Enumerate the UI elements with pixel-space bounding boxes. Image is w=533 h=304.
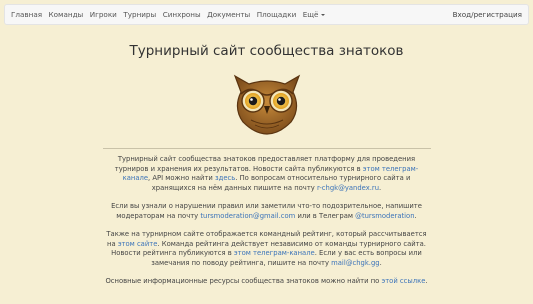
resources-paragraph: Основные информационные ресурсы сообщест… <box>103 277 431 287</box>
nav-documents[interactable]: Документы <box>207 10 250 19</box>
owl-logo-icon <box>233 74 300 135</box>
resources-text-2: . <box>425 277 428 286</box>
resources-text-1: Основные информационные ресурсы сообщест… <box>105 277 382 286</box>
top-navbar: Главная Команды Игроки Турниры Синхроны … <box>4 4 529 25</box>
nav-players[interactable]: Игроки <box>90 10 117 19</box>
resources-link[interactable]: этой ссылке <box>381 277 425 285</box>
content-divider <box>102 148 431 150</box>
caret-down-icon <box>321 13 326 16</box>
nav-tournaments[interactable]: Турниры <box>123 10 156 19</box>
page-title: Турнирный сайт сообщества знатоков <box>129 43 404 59</box>
nav-teams[interactable]: Команды <box>49 10 84 19</box>
rating-email-link[interactable]: mail@chgk.gg <box>331 259 379 267</box>
moderation-email-link[interactable]: tursmoderation@gmail.com <box>200 212 295 220</box>
moderation-paragraph: Если вы узнали о нарушении правил или за… <box>103 202 431 221</box>
moderation-telegram-link[interactable]: @tursmoderation <box>355 212 414 220</box>
intro-paragraph: Турнирный сайт сообщества знатоков предо… <box>103 155 431 193</box>
moderation-text-3: . <box>414 211 417 220</box>
nav-home[interactable]: Главная <box>11 10 42 19</box>
intro-text-4: . <box>379 183 382 192</box>
nav-venues[interactable]: Площадки <box>257 10 297 19</box>
nav-more-label: Ещё <box>302 10 319 19</box>
api-link[interactable]: здесь <box>215 174 235 182</box>
intro-text-2: , API можно найти <box>148 174 215 183</box>
rating-site-link[interactable]: этом сайте <box>118 240 158 248</box>
main-content: Турнирный сайт сообщества знатоков предо… <box>103 155 431 287</box>
login-register-link[interactable]: Вход/регистрация <box>453 10 522 19</box>
nav-synchrons[interactable]: Синхроны <box>163 10 201 19</box>
nav-more-dropdown[interactable]: Ещё <box>303 10 326 19</box>
moderation-text-2: или в Телеграм <box>295 211 356 220</box>
rating-text-4: . <box>379 258 382 267</box>
rating-paragraph: Также на турнирном сайте отображается ко… <box>103 230 431 268</box>
support-email-link[interactable]: r-chgk@yandex.ru <box>317 184 379 192</box>
rating-telegram-link[interactable]: этом телеграм-канале <box>234 249 315 257</box>
